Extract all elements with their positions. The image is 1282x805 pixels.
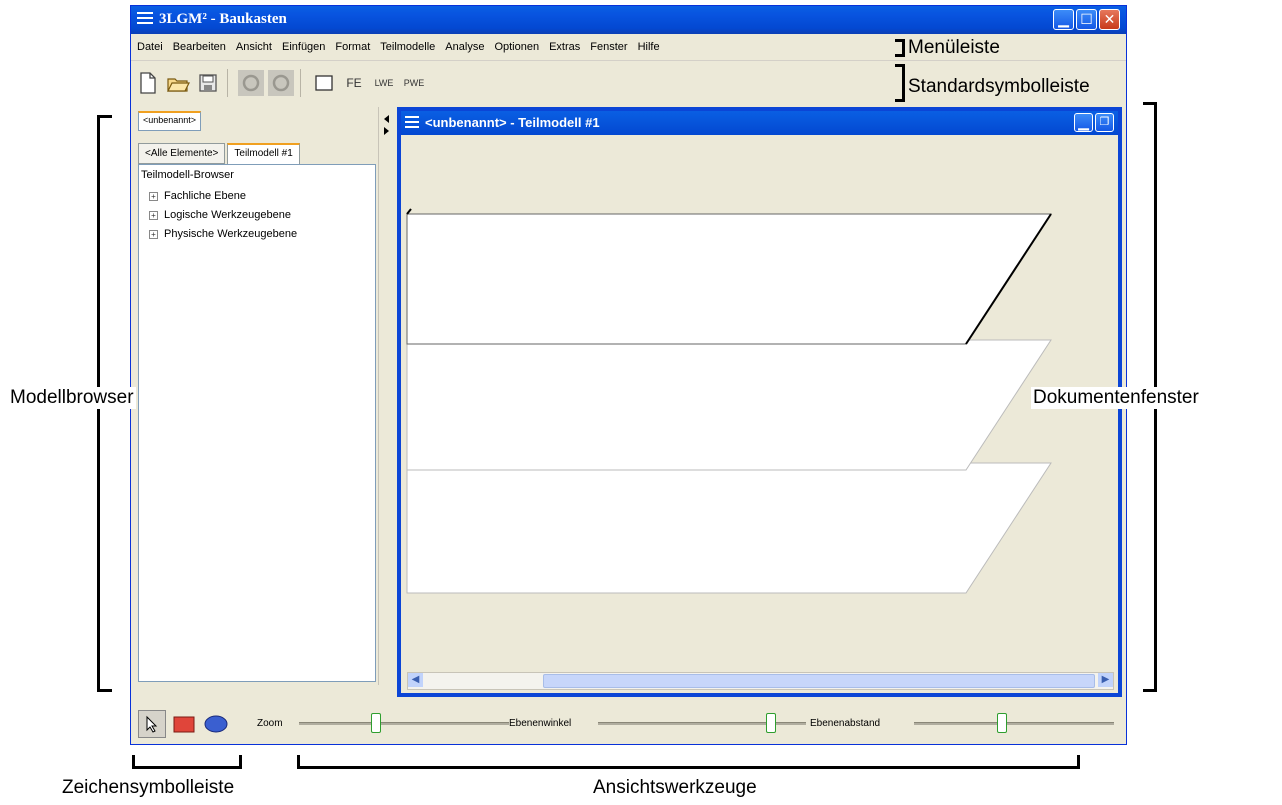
menu-optionen[interactable]: Optionen — [494, 40, 539, 54]
rectangle-button[interactable] — [311, 70, 337, 96]
tree-item-physische-werkzeugebene[interactable]: + Physische Werkzeugebene — [149, 228, 297, 240]
tree-view[interactable]: Teilmodell-Browser + Fachliche Ebene + L… — [138, 164, 376, 682]
annotation-dokumentenfenster: Dokumentenfenster — [1031, 387, 1201, 409]
layer-logische-werkzeugebene[interactable] — [406, 339, 1052, 471]
redo-button[interactable] — [268, 70, 294, 96]
tree-root-label: Teilmodell-Browser — [141, 169, 234, 181]
ebenenabstand-slider-thumb[interactable] — [997, 713, 1007, 733]
bottom-bar: Zoom Ebenenwinkel Ebenenabstand — [134, 706, 1124, 742]
tab-teilmodell-1[interactable]: Teilmodell #1 — [227, 143, 300, 165]
layer-corner-mark — [406, 208, 412, 215]
split-pane-divider[interactable] — [381, 107, 393, 685]
view-tools-bracket — [297, 755, 1080, 769]
app-title: 3LGM² - Baukasten — [159, 11, 287, 27]
tab-alle-elemente[interactable]: <Alle Elemente> — [138, 143, 226, 164]
document-title: <unbenannt> - Teilmodell #1 — [425, 115, 600, 130]
expand-icon[interactable]: + — [149, 229, 158, 239]
toolbar-bracket — [895, 64, 905, 102]
maximize-button[interactable]: ☐ — [1076, 9, 1097, 30]
menu-format[interactable]: Format — [335, 40, 370, 54]
horizontal-scrollbar[interactable]: ◀ ▶ — [407, 672, 1114, 690]
tree-item-label: Logische Werkzeugebene — [164, 209, 291, 221]
zoom-label: Zoom — [257, 718, 283, 729]
layer-physische-werkzeugebene[interactable] — [406, 462, 1052, 594]
undo-button[interactable] — [238, 70, 264, 96]
zoom-slider-track[interactable] — [299, 722, 509, 725]
annotation-zeichensymbolleiste: Zeichensymbolleiste — [62, 777, 235, 798]
rectangle-icon — [315, 75, 333, 91]
close-icon: ✕ — [1103, 11, 1116, 27]
new-document-button[interactable] — [135, 70, 161, 96]
save-button[interactable] — [195, 70, 221, 96]
collapse-arrows-icon[interactable] — [381, 107, 393, 137]
expand-icon[interactable]: + — [149, 210, 158, 220]
menu-teilmodelle[interactable]: Teilmodelle — [380, 40, 435, 54]
redo-icon — [272, 74, 290, 92]
menu-extras[interactable]: Extras — [549, 40, 580, 54]
annotation-menuleiste: Menüleiste — [908, 37, 1000, 58]
fe-button[interactable]: FE — [341, 70, 367, 96]
window-controls: ▁ ☐ ✕ — [1053, 9, 1120, 31]
ebenenwinkel-slider-thumb[interactable] — [766, 713, 776, 733]
system-menu-icon[interactable] — [137, 12, 153, 26]
pwe-button[interactable]: PWE — [401, 70, 427, 96]
layer-fachliche-ebene[interactable] — [406, 213, 1052, 345]
minimize-icon: ▁ — [1058, 11, 1069, 27]
toolbar-separator — [227, 69, 228, 97]
toolbar-separator — [300, 69, 301, 97]
drawing-toolbar-bracket — [132, 755, 242, 769]
scroll-thumb[interactable] — [543, 674, 1095, 688]
document-controls: ▁ ❐ — [1074, 113, 1114, 132]
close-button[interactable]: ✕ — [1099, 9, 1120, 30]
annotation-ansichtswerkzeuge: Ansichtswerkzeuge — [593, 777, 757, 798]
ebenenabstand-label: Ebenenabstand — [810, 718, 881, 729]
menu-fenster[interactable]: Fenster — [590, 40, 627, 54]
document-title-bar[interactable]: <unbenannt> - Teilmodell #1 ▁ ❐ — [401, 111, 1118, 135]
tree-item-label: Fachliche Ebene — [164, 190, 246, 202]
annotation-modellbrowser: Modellbrowser — [10, 387, 136, 409]
restore-icon: ❐ — [1099, 116, 1110, 128]
zoom-slider-thumb[interactable] — [371, 713, 381, 733]
menu-einfuegen[interactable]: Einfügen — [282, 40, 325, 54]
menubar-bracket — [895, 39, 905, 57]
annotation-standardsymbolleiste: Standardsymbolleiste — [908, 76, 1090, 97]
model-tab-unbenannt[interactable]: <unbenannt> — [138, 111, 202, 131]
minimize-icon: ▁ — [1078, 114, 1089, 130]
open-button[interactable] — [165, 70, 191, 96]
expand-icon[interactable]: + — [149, 191, 158, 201]
model-canvas[interactable] — [401, 135, 1118, 665]
layer-diagram[interactable] — [401, 135, 1118, 665]
tree-item-label: Physische Werkzeugebene — [164, 228, 298, 240]
menu-hilfe[interactable]: Hilfe — [638, 40, 660, 54]
open-folder-icon — [167, 78, 190, 92]
minimize-button[interactable]: ▁ — [1053, 9, 1074, 30]
menu-datei[interactable]: Datei — [137, 40, 163, 54]
scroll-right-icon[interactable]: ▶ — [1098, 673, 1113, 687]
undo-icon — [242, 74, 260, 92]
document-window: <unbenannt> - Teilmodell #1 ▁ ❐ ◀ ▶ — [397, 107, 1122, 697]
application-window: 3LGM² - Baukasten ▁ ☐ ✕ Datei Bearbeiten… — [130, 5, 1127, 745]
menu-bearbeiten[interactable]: Bearbeiten — [173, 40, 226, 54]
save-icon — [199, 74, 217, 92]
ebenenwinkel-label: Ebenenwinkel — [509, 718, 572, 729]
tree-item-fachliche-ebene[interactable]: + Fachliche Ebene — [149, 190, 246, 202]
document-minimize-button[interactable]: ▁ — [1074, 113, 1093, 132]
menu-analyse[interactable]: Analyse — [445, 40, 484, 54]
lwe-button[interactable]: LWE — [371, 70, 397, 96]
document-restore-button[interactable]: ❐ — [1095, 113, 1114, 132]
scroll-left-icon[interactable]: ◀ — [408, 673, 423, 687]
browser-tabs: <Alle Elemente> Teilmodell #1 — [138, 143, 302, 165]
document-menu-icon[interactable] — [405, 116, 419, 128]
model-browser: <unbenannt> <Alle Elemente> Teilmodell #… — [134, 107, 379, 685]
menu-ansicht[interactable]: Ansicht — [236, 40, 272, 54]
new-document-icon — [140, 72, 156, 94]
ebenenabstand-slider-track[interactable] — [914, 722, 1114, 725]
title-bar[interactable]: 3LGM² - Baukasten ▁ ☐ ✕ — [131, 6, 1126, 34]
view-tools: Zoom Ebenenwinkel Ebenenabstand — [134, 706, 1124, 742]
maximize-icon: ☐ — [1080, 11, 1093, 27]
tree-item-logische-werkzeugebene[interactable]: + Logische Werkzeugebene — [149, 209, 291, 221]
